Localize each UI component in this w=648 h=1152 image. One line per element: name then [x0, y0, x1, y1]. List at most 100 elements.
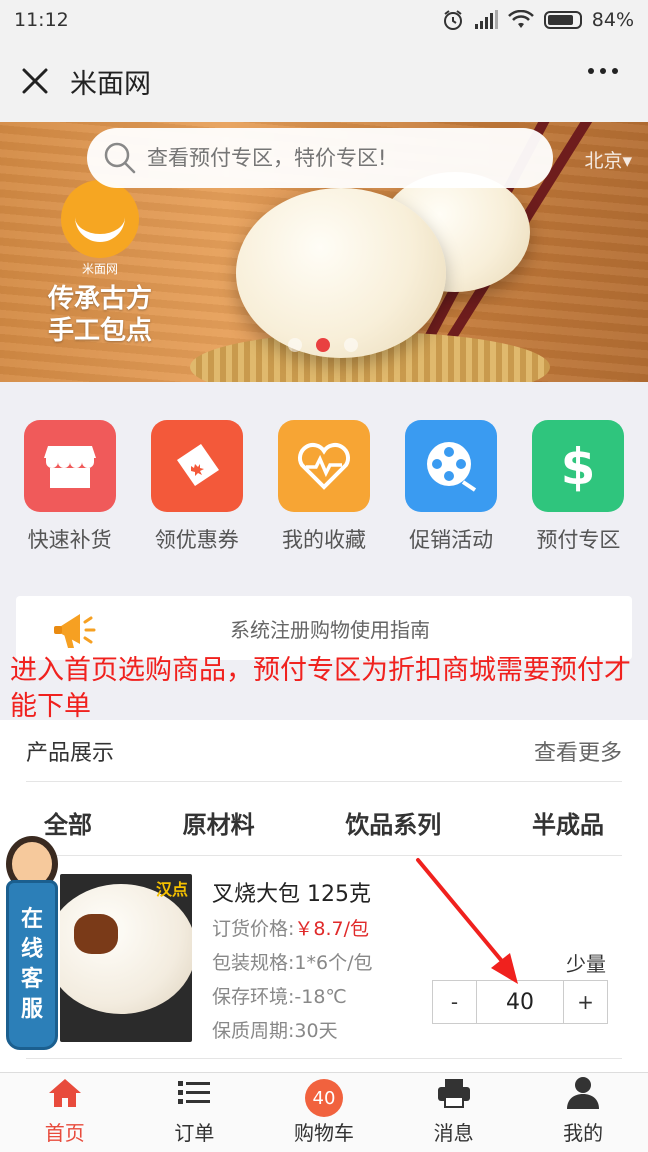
shortcut-item[interactable]: 促销活动	[393, 382, 509, 582]
wifi-icon	[507, 10, 534, 28]
shortcut-label: 快速补货	[27, 528, 112, 552]
shortcut-label: 我的收藏	[281, 528, 366, 552]
status-bar: 11:12 84%	[0, 0, 648, 40]
category-tab[interactable]: 原材料	[165, 805, 273, 840]
user-icon	[565, 1075, 601, 1113]
annotation-text: 进入首页选购商品，预付专区为折扣商城需要预付才能下单	[10, 655, 631, 722]
svg-text:$: $	[561, 438, 596, 494]
alarm-icon	[443, 10, 462, 30]
close-icon	[22, 68, 48, 94]
notice-bar[interactable]: 系统注册购物使用指南	[16, 596, 632, 660]
signal-icon	[474, 10, 498, 29]
product-section-header: 产品展示 查看更多	[26, 720, 622, 782]
slogan-line: 手工包点	[47, 316, 152, 346]
banner-logo: 米面网 传承古方 手工包点	[40, 180, 160, 347]
product-price: 订货价格:￥8.7/包	[212, 914, 369, 941]
status-time: 11:12	[14, 9, 69, 31]
ticket-icon	[150, 420, 243, 512]
bottom-nav: 首页 订单 40 购物车 消息 我的	[0, 1072, 648, 1152]
quantity-stepper: - +	[432, 980, 608, 1024]
service-label-char: 服	[20, 997, 43, 1022]
carousel-indicators	[288, 338, 358, 352]
product-storage: 保存环境:-18℃	[212, 986, 347, 1008]
product-shelf-life: 保质周期:30天	[212, 1020, 338, 1042]
shortcut-label: 领优惠券	[154, 528, 239, 552]
category-tab[interactable]: 全部	[26, 805, 110, 840]
category-tab[interactable]: 饮品系列	[327, 805, 459, 840]
service-label-char: 客	[20, 967, 43, 992]
title-bar: 米面网	[0, 40, 648, 122]
carousel-dot[interactable]	[288, 338, 302, 352]
online-service-button[interactable]: 在线客服	[0, 836, 62, 1058]
service-label-char: 线	[20, 937, 43, 962]
price-value: ￥8.7/包	[294, 918, 370, 940]
nav-label: 订单	[174, 1121, 215, 1145]
page-title: 米面网	[70, 68, 151, 100]
carousel-dot[interactable]	[344, 338, 358, 352]
shortcut-label: 预付专区	[536, 528, 621, 552]
increment-button[interactable]: +	[564, 981, 607, 1023]
service-label-char: 在	[20, 907, 43, 932]
view-more-link[interactable]: 查看更多	[534, 735, 622, 767]
nav-label: 首页	[44, 1121, 85, 1145]
more-icon-dot	[612, 68, 618, 74]
logo-icon	[61, 180, 139, 258]
section-title: 产品展示	[26, 740, 115, 766]
product-tag: 汉点	[155, 880, 188, 899]
status-icons: 84%	[442, 9, 634, 31]
product-image[interactable]: 汉点	[60, 874, 192, 1042]
quantity-label: 少量	[566, 952, 606, 976]
nav-label: 消息	[433, 1121, 474, 1145]
notice-text: 系统注册购物使用指南	[230, 618, 430, 642]
nav-item[interactable]: 首页	[0, 1073, 130, 1152]
product-spec: 包装规格:1*6个/包	[212, 952, 373, 974]
megaphone-icon	[54, 614, 96, 648]
store-icon	[23, 420, 116, 512]
more-icon-dot	[600, 68, 606, 74]
shortcut-item[interactable]: 快速补货	[12, 382, 128, 582]
search-bar[interactable]	[87, 128, 553, 188]
banner-slogan: 传承古方 手工包点	[40, 283, 160, 347]
service-label: 在线客服	[6, 880, 58, 1050]
city-label: 北京	[584, 150, 623, 172]
close-button[interactable]	[0, 40, 70, 122]
nav-label: 我的	[563, 1121, 604, 1145]
shortcut-item[interactable]: 领优惠券	[139, 382, 255, 582]
product-name[interactable]: 叉烧大包 125克	[212, 876, 371, 908]
shortcut-label: 促销活动	[409, 528, 494, 552]
nav-item[interactable]: 订单	[130, 1073, 260, 1152]
shortcut-item[interactable]: 我的收藏	[266, 382, 382, 582]
divider	[26, 1058, 622, 1059]
carousel-dot[interactable]	[316, 338, 330, 352]
more-icon-dot	[588, 68, 594, 74]
product-item[interactable]: 汉点 叉烧大包 125克 订货价格:￥8.7/包 包装规格:1*6个/包 保存环…	[0, 856, 648, 1066]
dollar-icon: $	[532, 420, 625, 512]
cart-badge: 40	[304, 1079, 343, 1117]
list-icon	[176, 1077, 212, 1113]
nav-item[interactable]: 我的	[518, 1073, 648, 1152]
search-input[interactable]	[147, 146, 527, 170]
price-label: 订货价格:	[212, 918, 295, 940]
nav-label: 购物车	[293, 1121, 354, 1145]
city-selector[interactable]: 北京▾	[584, 146, 632, 173]
printer-icon	[436, 1077, 472, 1113]
banner-carousel[interactable]: 米面网 传承古方 手工包点 北京▾	[0, 122, 648, 382]
search-icon	[104, 142, 136, 174]
category-tabs: 全部 原材料 饮品系列 半成品	[26, 790, 622, 856]
more-button[interactable]	[588, 68, 618, 74]
battery-icon	[543, 11, 582, 29]
battery-percent: 84%	[591, 9, 634, 31]
product-panel: 产品展示 查看更多 全部 原材料 饮品系列 半成品 汉点 叉烧大包 125克 订货价格…	[0, 720, 648, 1072]
chevron-down-icon: ▾	[622, 150, 632, 172]
bun-image	[236, 188, 446, 358]
decrement-button[interactable]: -	[433, 981, 476, 1023]
shortcut-grid: 快速补货 领优惠券 我的收藏 促销活动 $ 预付专区	[0, 382, 648, 582]
quantity-input[interactable]	[476, 981, 564, 1023]
nav-item[interactable]: 40 购物车	[259, 1073, 389, 1152]
film-reel-icon	[405, 420, 498, 512]
heart-pulse-icon	[277, 420, 370, 512]
category-tab[interactable]: 半成品	[514, 805, 622, 840]
nav-item[interactable]: 消息	[389, 1073, 519, 1152]
shortcut-item[interactable]: $ 预付专区	[520, 382, 636, 582]
home-icon	[47, 1077, 83, 1113]
